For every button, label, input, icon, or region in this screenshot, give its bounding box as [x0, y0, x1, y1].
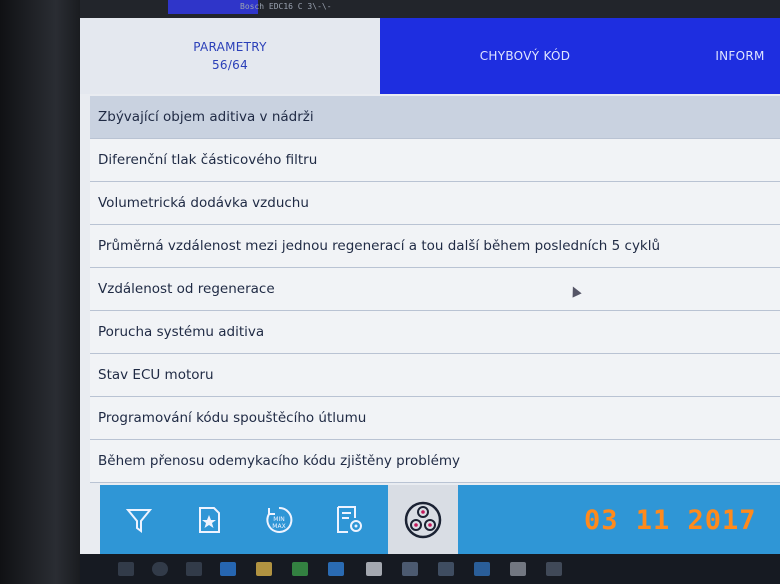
- list-item-label: Porucha systému aditiva: [98, 324, 265, 340]
- mail-icon[interactable]: [402, 562, 418, 576]
- monitor-bezel: [0, 0, 80, 584]
- tab-parameters-count: 56/64: [211, 58, 249, 72]
- window-title: Bosch EDC16 C 3\-\-: [240, 2, 332, 11]
- list-item[interactable]: Průměrná vzdálenost mezi jednou regenera…: [90, 225, 780, 268]
- list-item-label: Zbývající objem aditiva v nádrži: [98, 109, 314, 125]
- parameter-list: Zbývající objem aditiva v nádrži Diferen…: [90, 96, 780, 483]
- task-view-icon[interactable]: [186, 562, 202, 576]
- sensor-icon: [404, 501, 442, 538]
- filter-icon: [125, 508, 153, 533]
- min-label: MIN: [273, 516, 284, 523]
- list-item[interactable]: Během přenosu odemykacího kódu zjištěny …: [90, 440, 780, 483]
- list-item[interactable]: Programování kódu spouštěcího útlumu: [90, 397, 780, 440]
- tab-bar: PARAMETRY 56/64 CHYBOVÝ KÓD INFORM: [80, 18, 780, 94]
- min-max-icon: MIN MAX: [266, 506, 293, 533]
- list-item-label: Průměrná vzdálenost mezi jednou regenera…: [98, 238, 661, 254]
- list-item[interactable]: Vzdálenost od regenerace: [90, 268, 780, 311]
- file-explorer-icon[interactable]: [256, 562, 272, 576]
- app-icon[interactable]: [438, 562, 454, 576]
- sensor-button[interactable]: [388, 485, 458, 554]
- list-item-label: Vzdálenost od regenerace: [98, 281, 275, 297]
- list-item-label: Programování kódu spouštěcího útlumu: [98, 410, 367, 426]
- tab-information[interactable]: INFORM: [670, 18, 780, 94]
- list-item-label: Během přenosu odemykacího kódu zjištěny …: [98, 453, 461, 469]
- bottom-toolbar: MIN MAX 03 11 2017: [100, 485, 780, 554]
- settings-list-icon: [337, 505, 362, 533]
- settings-list-button[interactable]: [316, 485, 382, 554]
- app-icon[interactable]: [474, 562, 490, 576]
- tab-error-codes[interactable]: CHYBOVÝ KÓD: [380, 18, 670, 94]
- app-screen: PARAMETRY 56/64 CHYBOVÝ KÓD INFORM Zbýva…: [80, 18, 780, 554]
- date-stamp: 03 11 2017: [584, 505, 757, 536]
- favorite-page-icon: [199, 506, 220, 533]
- app-icon[interactable]: [510, 562, 526, 576]
- filter-button[interactable]: [106, 485, 172, 554]
- list-item[interactable]: Zbývající objem aditiva v nádrži: [90, 96, 780, 139]
- tab-parameters-label: PARAMETRY: [193, 40, 267, 54]
- taskbar: [80, 554, 780, 584]
- list-item[interactable]: Volumetrická dodávka vzduchu: [90, 182, 780, 225]
- min-max-button[interactable]: MIN MAX: [246, 485, 312, 554]
- store-icon[interactable]: [292, 562, 308, 576]
- search-icon[interactable]: [152, 562, 168, 576]
- app-icon[interactable]: [546, 562, 562, 576]
- start-icon[interactable]: [118, 562, 134, 576]
- max-label: MAX: [272, 523, 285, 530]
- list-item-label: Volumetrická dodávka vzduchu: [98, 195, 309, 211]
- tab-information-label: INFORM: [715, 49, 765, 63]
- list-item-label: Stav ECU motoru: [98, 367, 214, 383]
- edge-browser-icon[interactable]: [220, 562, 236, 576]
- favorites-button[interactable]: [176, 485, 242, 554]
- window-titlebar: Bosch EDC16 C 3\-\-: [80, 0, 780, 18]
- list-item[interactable]: Porucha systému aditiva: [90, 311, 780, 354]
- list-item[interactable]: Stav ECU motoru: [90, 354, 780, 397]
- app-icon[interactable]: [366, 562, 382, 576]
- tab-parameters[interactable]: PARAMETRY 56/64: [80, 18, 380, 94]
- tab-error-codes-label: CHYBOVÝ KÓD: [479, 49, 571, 63]
- dropbox-icon[interactable]: [328, 562, 344, 576]
- list-item[interactable]: Diferenční tlak částicového filtru: [90, 139, 780, 182]
- list-item-label: Diferenční tlak částicového filtru: [98, 152, 318, 168]
